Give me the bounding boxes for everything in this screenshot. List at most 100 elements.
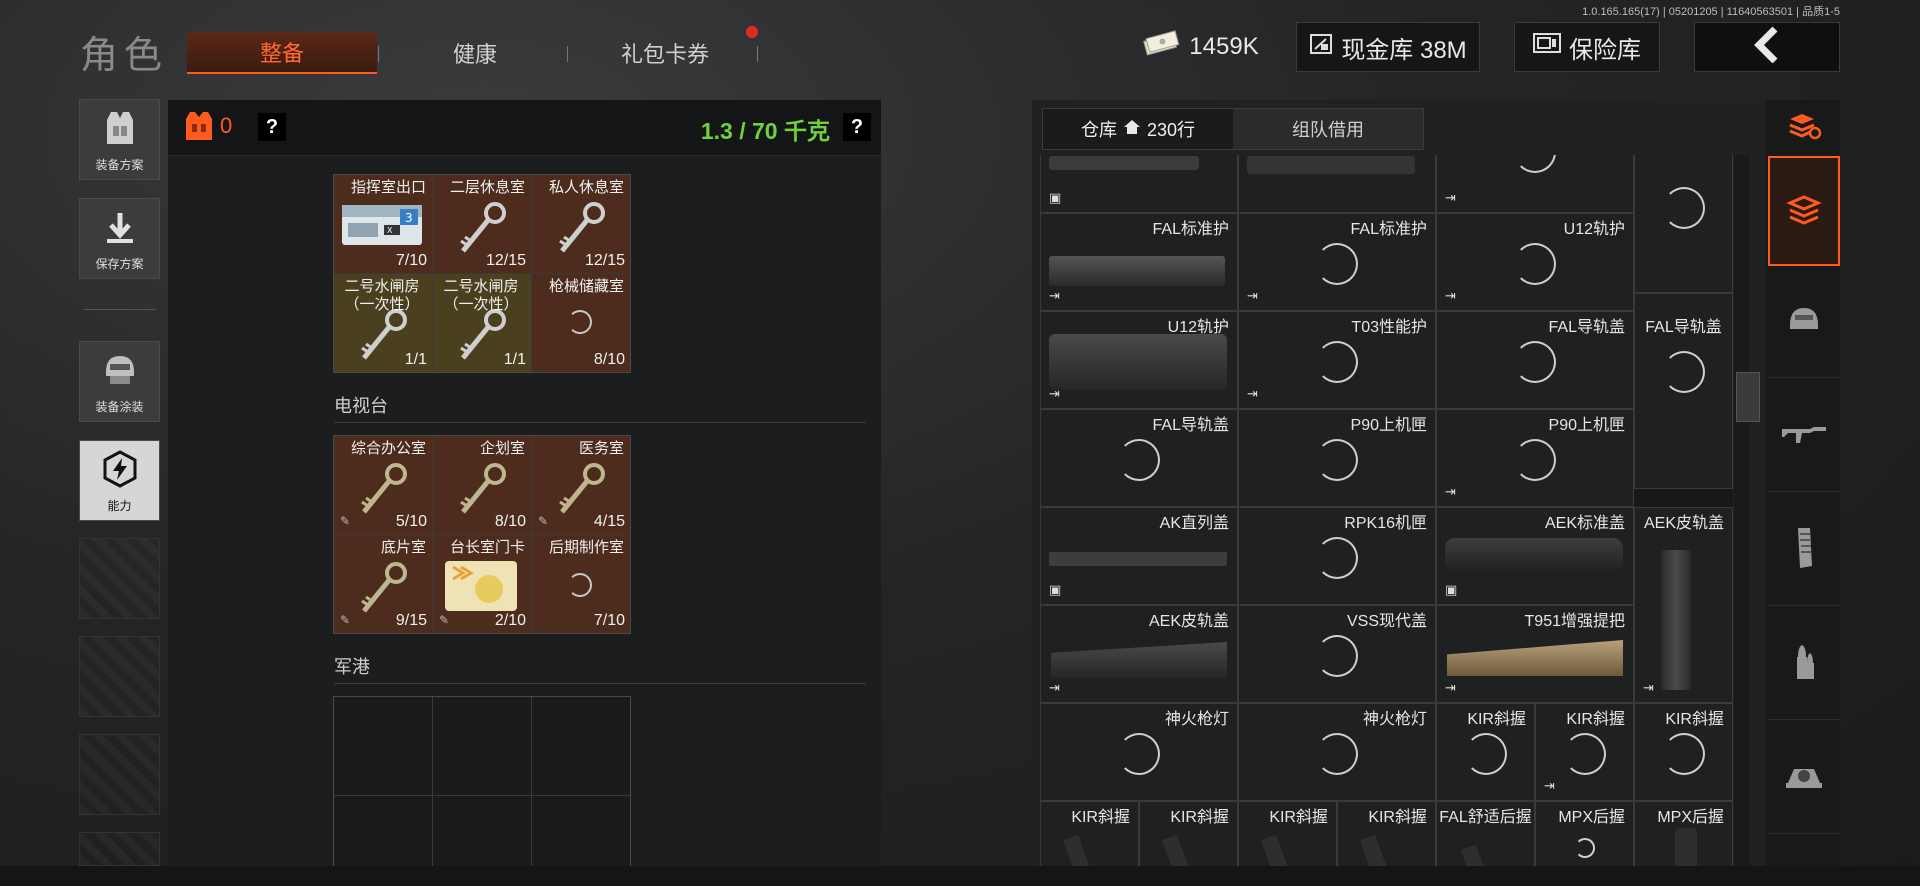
key-name: 枪械储藏室: [548, 278, 624, 295]
category-magazines[interactable]: [1768, 496, 1840, 606]
key-slot[interactable]: 二层休息室 12/15: [433, 175, 531, 273]
key-slot[interactable]: ✎ 台长室门卡 2/10: [433, 535, 531, 633]
warehouse-scroll-thumb[interactable]: [1736, 372, 1760, 422]
inventory-item[interactable]: ⇥: [1436, 155, 1634, 213]
empty-key-slot[interactable]: [532, 697, 630, 795]
part-image: [1049, 334, 1227, 390]
loading-spinner-icon: [1563, 732, 1606, 775]
key-name: 医务室: [578, 440, 624, 457]
inventory-item[interactable]: [1634, 155, 1733, 293]
loading-spinner-icon: [1118, 732, 1160, 775]
key-icon: [552, 201, 608, 257]
inventory-item[interactable]: 神火枪灯: [1040, 703, 1238, 801]
inventory-item[interactable]: KIR斜握: [1634, 703, 1733, 801]
inventory-item[interactable]: VSS现代盖: [1238, 605, 1436, 703]
inventory-item[interactable]: KIR斜握: [1436, 703, 1535, 801]
inventory-item[interactable]: P90上机匣: [1238, 409, 1436, 507]
inventory-item[interactable]: T951增强提把 ⇥: [1436, 605, 1634, 703]
category-helmets[interactable]: [1768, 268, 1840, 378]
category-all[interactable]: [1768, 156, 1840, 266]
inventory-item[interactable]: FAL导轨盖: [1436, 311, 1634, 409]
key-grid-section-1: 3X 指挥室出口 7/10 二层休息室 12/15 私人休息室 12/15 二号…: [333, 174, 631, 373]
inventory-item[interactable]: U12轨护 ⇥: [1040, 311, 1238, 409]
category-weapons[interactable]: [1768, 382, 1840, 492]
key-icon: [354, 308, 410, 364]
exit-icon: ⇥: [1247, 386, 1258, 401]
inventory-item[interactable]: FAL导轨盖: [1040, 409, 1238, 507]
key-slot[interactable]: ✎ 底片室 9/15: [334, 535, 432, 633]
loading-spinner-icon: [1514, 438, 1556, 481]
inventory-item[interactable]: FAL导轨盖: [1634, 293, 1733, 489]
item-name: MPX后握: [1657, 809, 1724, 826]
key-slot[interactable]: ✎ 综合办公室 5/10: [334, 436, 432, 534]
item-name: P90上机匣: [1548, 417, 1625, 434]
key-slot[interactable]: 后期制作室 7/10: [532, 535, 630, 633]
empty-key-slot[interactable]: [433, 796, 531, 866]
tab-gift-coupons[interactable]: 礼包卡券: [570, 32, 760, 74]
sidebar-item-equipment-skins[interactable]: 装备涂装: [79, 341, 160, 422]
key-slot[interactable]: 枪械储藏室 8/10: [532, 274, 630, 372]
loading-spinner-icon: [1316, 340, 1358, 383]
sidebar-item-label: 能力: [107, 499, 132, 513]
tab-loadout[interactable]: 整备: [187, 32, 377, 74]
section-divider: [334, 422, 866, 423]
sidebar-item-label: 保存方案: [95, 257, 144, 271]
part-image: [1049, 256, 1225, 286]
warehouse-scrollbar[interactable]: [1734, 155, 1750, 886]
inventory-item[interactable]: RPK16机匣: [1238, 507, 1436, 605]
safe-button[interactable]: 保险库: [1514, 22, 1660, 72]
inventory-item[interactable]: [1238, 155, 1436, 213]
sidebar-item-save-preset[interactable]: 保存方案: [79, 198, 160, 279]
tab-health[interactable]: 健康: [380, 32, 570, 74]
exit-icon: ⇥: [1247, 288, 1258, 303]
loading-spinner-icon: [1574, 838, 1595, 859]
key-slot[interactable]: 3X 指挥室出口 7/10: [334, 175, 432, 273]
armor-help-button[interactable]: ?: [258, 113, 286, 141]
empty-key-slot[interactable]: [334, 796, 432, 866]
package-icon: ▣: [1049, 582, 1062, 597]
item-name: P90上机匣: [1350, 417, 1427, 434]
key-name: 指挥室出口: [350, 179, 426, 196]
weight-help-button[interactable]: ?: [843, 113, 871, 141]
tab-team-borrow[interactable]: 组队借用: [1233, 109, 1423, 149]
inventory-item[interactable]: ▣: [1040, 155, 1238, 213]
inventory-item[interactable]: 神火枪灯: [1238, 703, 1436, 801]
item-name: KIR斜握: [1467, 711, 1526, 728]
cash-vault-label: 现金库 38M: [1341, 36, 1467, 64]
cash-vault-button[interactable]: 现金库 38M: [1296, 22, 1480, 72]
key-slot[interactable]: 企划室 8/10: [433, 436, 531, 534]
empty-key-slot[interactable]: [532, 796, 630, 866]
back-button[interactable]: [1694, 22, 1840, 72]
inventory-item[interactable]: AEK皮轨盖 ⇥: [1634, 507, 1733, 703]
tab-divider: [757, 46, 758, 62]
key-slot[interactable]: 私人休息室 12/15: [532, 175, 630, 273]
wrench-icon: ✎: [538, 514, 549, 528]
category-ammo[interactable]: [1768, 610, 1840, 720]
inventory-item[interactable]: FAL标准护 ⇥: [1040, 213, 1238, 311]
inventory-item[interactable]: AEK标准盖 ▣: [1436, 507, 1634, 605]
key-slot[interactable]: ✎ 医务室 4/15: [532, 436, 630, 534]
inventory-item[interactable]: KIR斜握 ⇥: [1535, 703, 1634, 801]
inventory-item[interactable]: AK直列盖 ▣: [1040, 507, 1238, 605]
inventory-item[interactable]: P90上机匣 ⇥: [1436, 409, 1634, 507]
inventory-item[interactable]: U12轨护 ⇥: [1436, 213, 1634, 311]
empty-key-slot[interactable]: [433, 697, 531, 795]
sort-button[interactable]: [1768, 100, 1840, 156]
key-slot[interactable]: 二号水闸房（一次性） 1/1: [334, 274, 432, 372]
item-name: FAL导轨盖: [1152, 417, 1229, 434]
key-name: 综合办公室: [350, 440, 426, 457]
sidebar-item-loadout-presets[interactable]: 装备方案: [79, 99, 160, 180]
inventory-item[interactable]: FAL标准护 ⇥: [1238, 213, 1436, 311]
category-sights[interactable]: [1768, 724, 1840, 834]
inventory-item[interactable]: AEK皮轨盖 ⇥: [1040, 605, 1238, 703]
key-slot[interactable]: 二号水闸房（一次性） 1/1: [433, 274, 531, 372]
item-name: FAL标准护: [1152, 221, 1229, 238]
empty-key-slot[interactable]: [334, 697, 432, 795]
exit-icon: ⇥: [1643, 680, 1654, 695]
tab-warehouse[interactable]: 仓库 230行: [1043, 109, 1233, 149]
key-uses: 2/10: [494, 612, 526, 629]
sidebar-item-abilities[interactable]: 能力: [79, 440, 160, 521]
tab-team-borrow-label: 组队借用: [1292, 120, 1364, 140]
keycard-icon: [441, 555, 521, 615]
inventory-item[interactable]: T03性能护 ⇥: [1238, 311, 1436, 409]
